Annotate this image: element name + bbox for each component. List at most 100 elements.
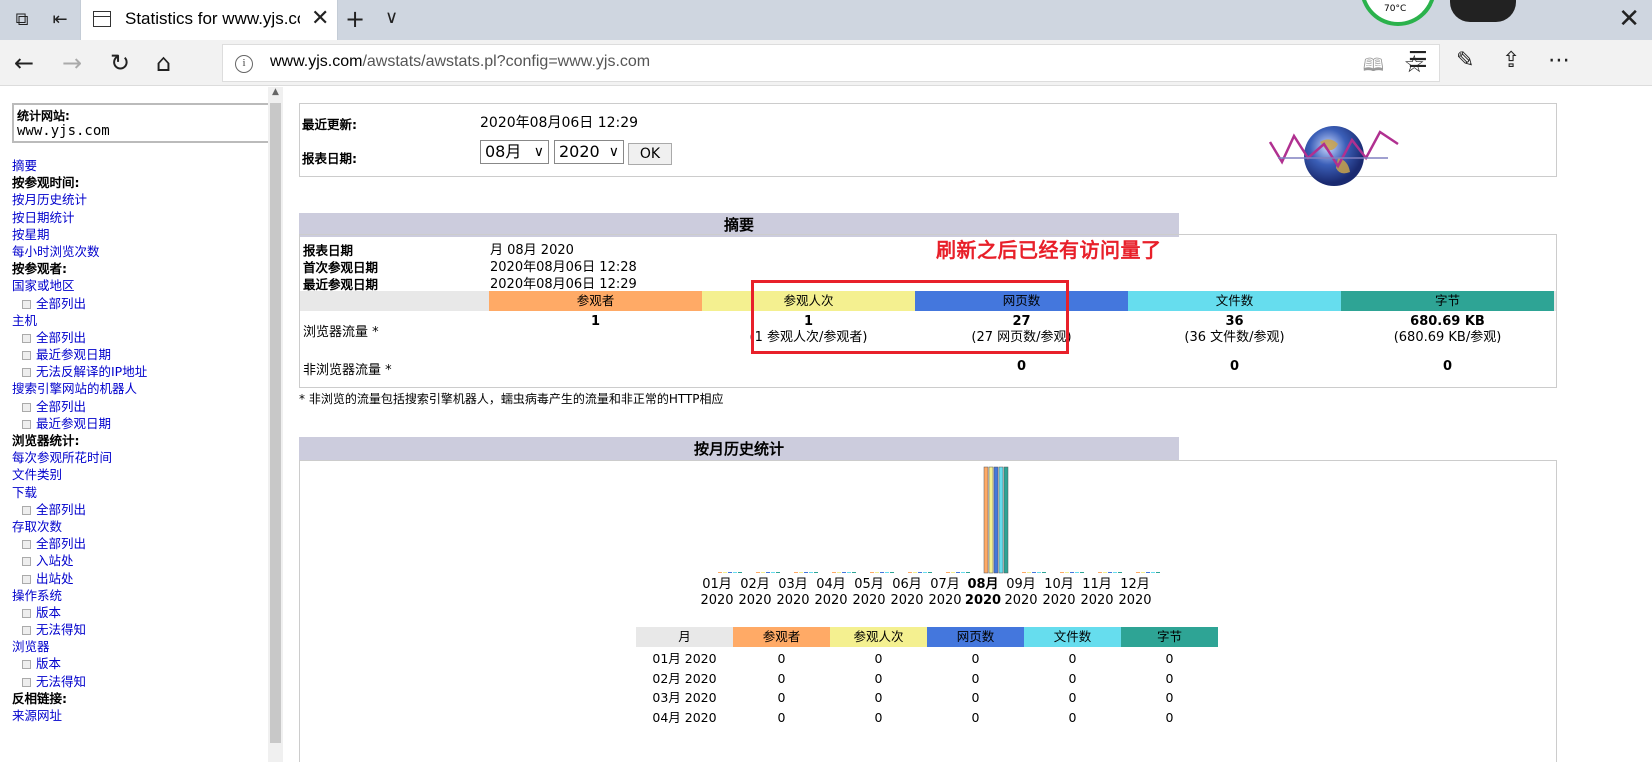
browser-traffic-cell: 680.69 KB (680.69 KB/参观) [1341,314,1554,346]
nonbrowser-traffic-value: 0 [1016,359,1027,374]
browser-traffic-value: 1 [590,314,601,329]
new-tab-icon[interactable]: + [345,5,365,33]
chevron-down-icon[interactable]: ∨ [385,7,398,28]
sidebar-item[interactable]: 入站处 [12,552,147,569]
bar-参观人次-12月 2020 [1141,572,1145,573]
sidebar-item[interactable]: 浏览器 [12,638,147,655]
back-icon[interactable]: ← [14,49,34,77]
sidebar-item[interactable]: 按月历史统计 [12,191,147,208]
sidebar-item[interactable]: 全部列出 [12,398,147,415]
tab-manager-icon[interactable]: ⧉ [10,8,34,32]
bar-参观人次-05月 2020 [875,572,879,573]
address-bar[interactable]: i www.yjs.com/awstats/awstats.pl?config=… [222,44,1440,82]
refresh-icon[interactable]: ↻ [110,49,130,77]
sidebar-item[interactable]: 无法得知 [12,673,147,690]
bar-参观人次-11月 2020 [1103,572,1107,573]
monthly-table-cell: 0 [1165,709,1174,725]
forward-icon[interactable]: → [62,49,82,77]
bar-参观者-07月 2020 [946,572,950,573]
monthly-table-cell: 0 [1165,690,1174,705]
scroll-up-icon[interactable]: ▲ [268,87,283,101]
sidebar-item[interactable]: 最近参观日期 [12,346,147,363]
month-tick-label: 06月 2020 [888,577,926,609]
month-name: 05月 [854,577,884,592]
monthly-table-cell: 04月 2020 [652,709,717,725]
sidebar-item[interactable]: 下载 [12,484,147,501]
month-name: 08月 [967,577,999,592]
sidebar-item[interactable]: 版本 [12,655,147,672]
bar-字节-03月 2020 [814,572,818,573]
active-tab[interactable]: Statistics for www.yjs.co ✕ [80,0,338,40]
sidebar-item-label: 按月历史统计 [12,192,88,208]
month-name: 12月 [1120,577,1150,592]
sidebar-item[interactable]: 全部列出 [12,535,147,552]
sidebar-item[interactable]: 存取次数 [12,518,147,535]
month-year: 2020 [852,593,886,608]
window-close-icon[interactable]: ✕ [1618,4,1640,34]
pen-icon[interactable]: ✎ [1456,48,1474,73]
page-bullet-icon [22,540,31,550]
sidebar-item[interactable]: 文件类别 [12,466,147,483]
nonbrowser-traffic-value: 0 [1442,359,1453,374]
share-icon[interactable]: ⇪ [1502,48,1520,73]
sidebar-item-label: 主机 [12,312,38,328]
month-tick-label: 08月 2020 [964,577,1002,609]
sidebar-item[interactable]: 版本 [12,604,147,621]
monthly-col-header: 字节 [1121,627,1218,647]
sidebar-item-label: 文件类别 [12,467,63,483]
sidebar-item[interactable]: 摘要 [12,157,147,174]
sidebar-item[interactable]: 全部列出 [12,329,147,346]
sidebar-item-label: 全部列出 [36,295,87,311]
sidebar-item[interactable]: 无法得知 [12,621,147,638]
sidebar-item[interactable]: 操作系统 [12,587,147,604]
monthly-table-cell: 03月 2020 [652,690,717,705]
url-text[interactable]: www.yjs.com/awstats/awstats.pl?config=ww… [270,53,650,71]
left-scrollbar[interactable]: ▲ [268,87,283,762]
sidebar-item[interactable]: 主机 [12,312,147,329]
sidebar-item[interactable]: 出站处 [12,570,147,587]
bar-参观者-10月 2020 [1060,572,1064,573]
sidebar-item-label: 无法得知 [36,622,87,638]
bar-字节-02月 2020 [776,572,780,573]
sidebar-item[interactable]: 搜索引擎网站的机器人 [12,380,147,397]
sidebar-item[interactable]: 最近参观日期 [12,415,147,432]
sidebar-item[interactable]: 每次参观所花时间 [12,449,147,466]
ok-button[interactable]: OK [628,143,672,165]
home-icon[interactable]: ⌂ [156,49,171,77]
bar-参观者-08月 2020 [983,466,989,574]
sidebar-item[interactable]: 无法反解译的IP地址 [12,363,147,380]
page-bullet-icon [22,299,31,309]
month-tick-label: 05月 2020 [850,577,888,609]
set-aside-tabs-icon[interactable]: ⇤ [48,8,72,32]
monthly-col-header: 月 [636,627,733,647]
close-tab-icon[interactable]: ✕ [311,6,329,31]
sidebar-item[interactable]: 来源网址 [12,707,147,724]
sidebar-item[interactable]: 国家或地区 [12,277,147,294]
favorites-list-icon[interactable]: ☰ [1408,48,1428,73]
bar-字节-09月 2020 [1042,572,1046,573]
scroll-thumb[interactable] [270,103,281,743]
year-select[interactable]: 2020 ∨ [554,140,624,164]
reading-view-icon[interactable]: 🕮 [1363,53,1384,83]
sidebar-item[interactable]: 按日期统计 [12,209,147,226]
month-tick-label: 04月 2020 [812,577,850,609]
sidebar-item[interactable]: 全部列出 [12,295,147,312]
browser-traffic-value: 36 [1225,314,1244,329]
month-tick-label: 09月 2020 [1002,577,1040,609]
bar-参观人次-04月 2020 [837,572,841,573]
sidebar-item[interactable]: 按星期 [12,226,147,243]
last-visit-value: 2020年08月06日 12:29 [490,277,637,292]
month-year: 2020 [1042,593,1076,608]
month-year: 2020 [1118,593,1152,608]
page-bullet-icon [22,660,31,670]
sidebar-item-label: 国家或地区 [12,278,75,294]
summary-col-header: 文件数 [1128,291,1341,311]
monthly-col-header: 网页数 [927,627,1024,647]
sidebar-item-label: 摘要 [12,158,38,173]
month-select[interactable]: 08月 ∨ [480,140,549,164]
bar-字节-05月 2020 [890,572,894,573]
sidebar-item[interactable]: 每小时浏览次数 [12,243,147,260]
more-icon[interactable]: ⋯ [1548,48,1570,73]
site-info-icon[interactable]: i [235,55,253,73]
sidebar-item[interactable]: 全部列出 [12,501,147,518]
